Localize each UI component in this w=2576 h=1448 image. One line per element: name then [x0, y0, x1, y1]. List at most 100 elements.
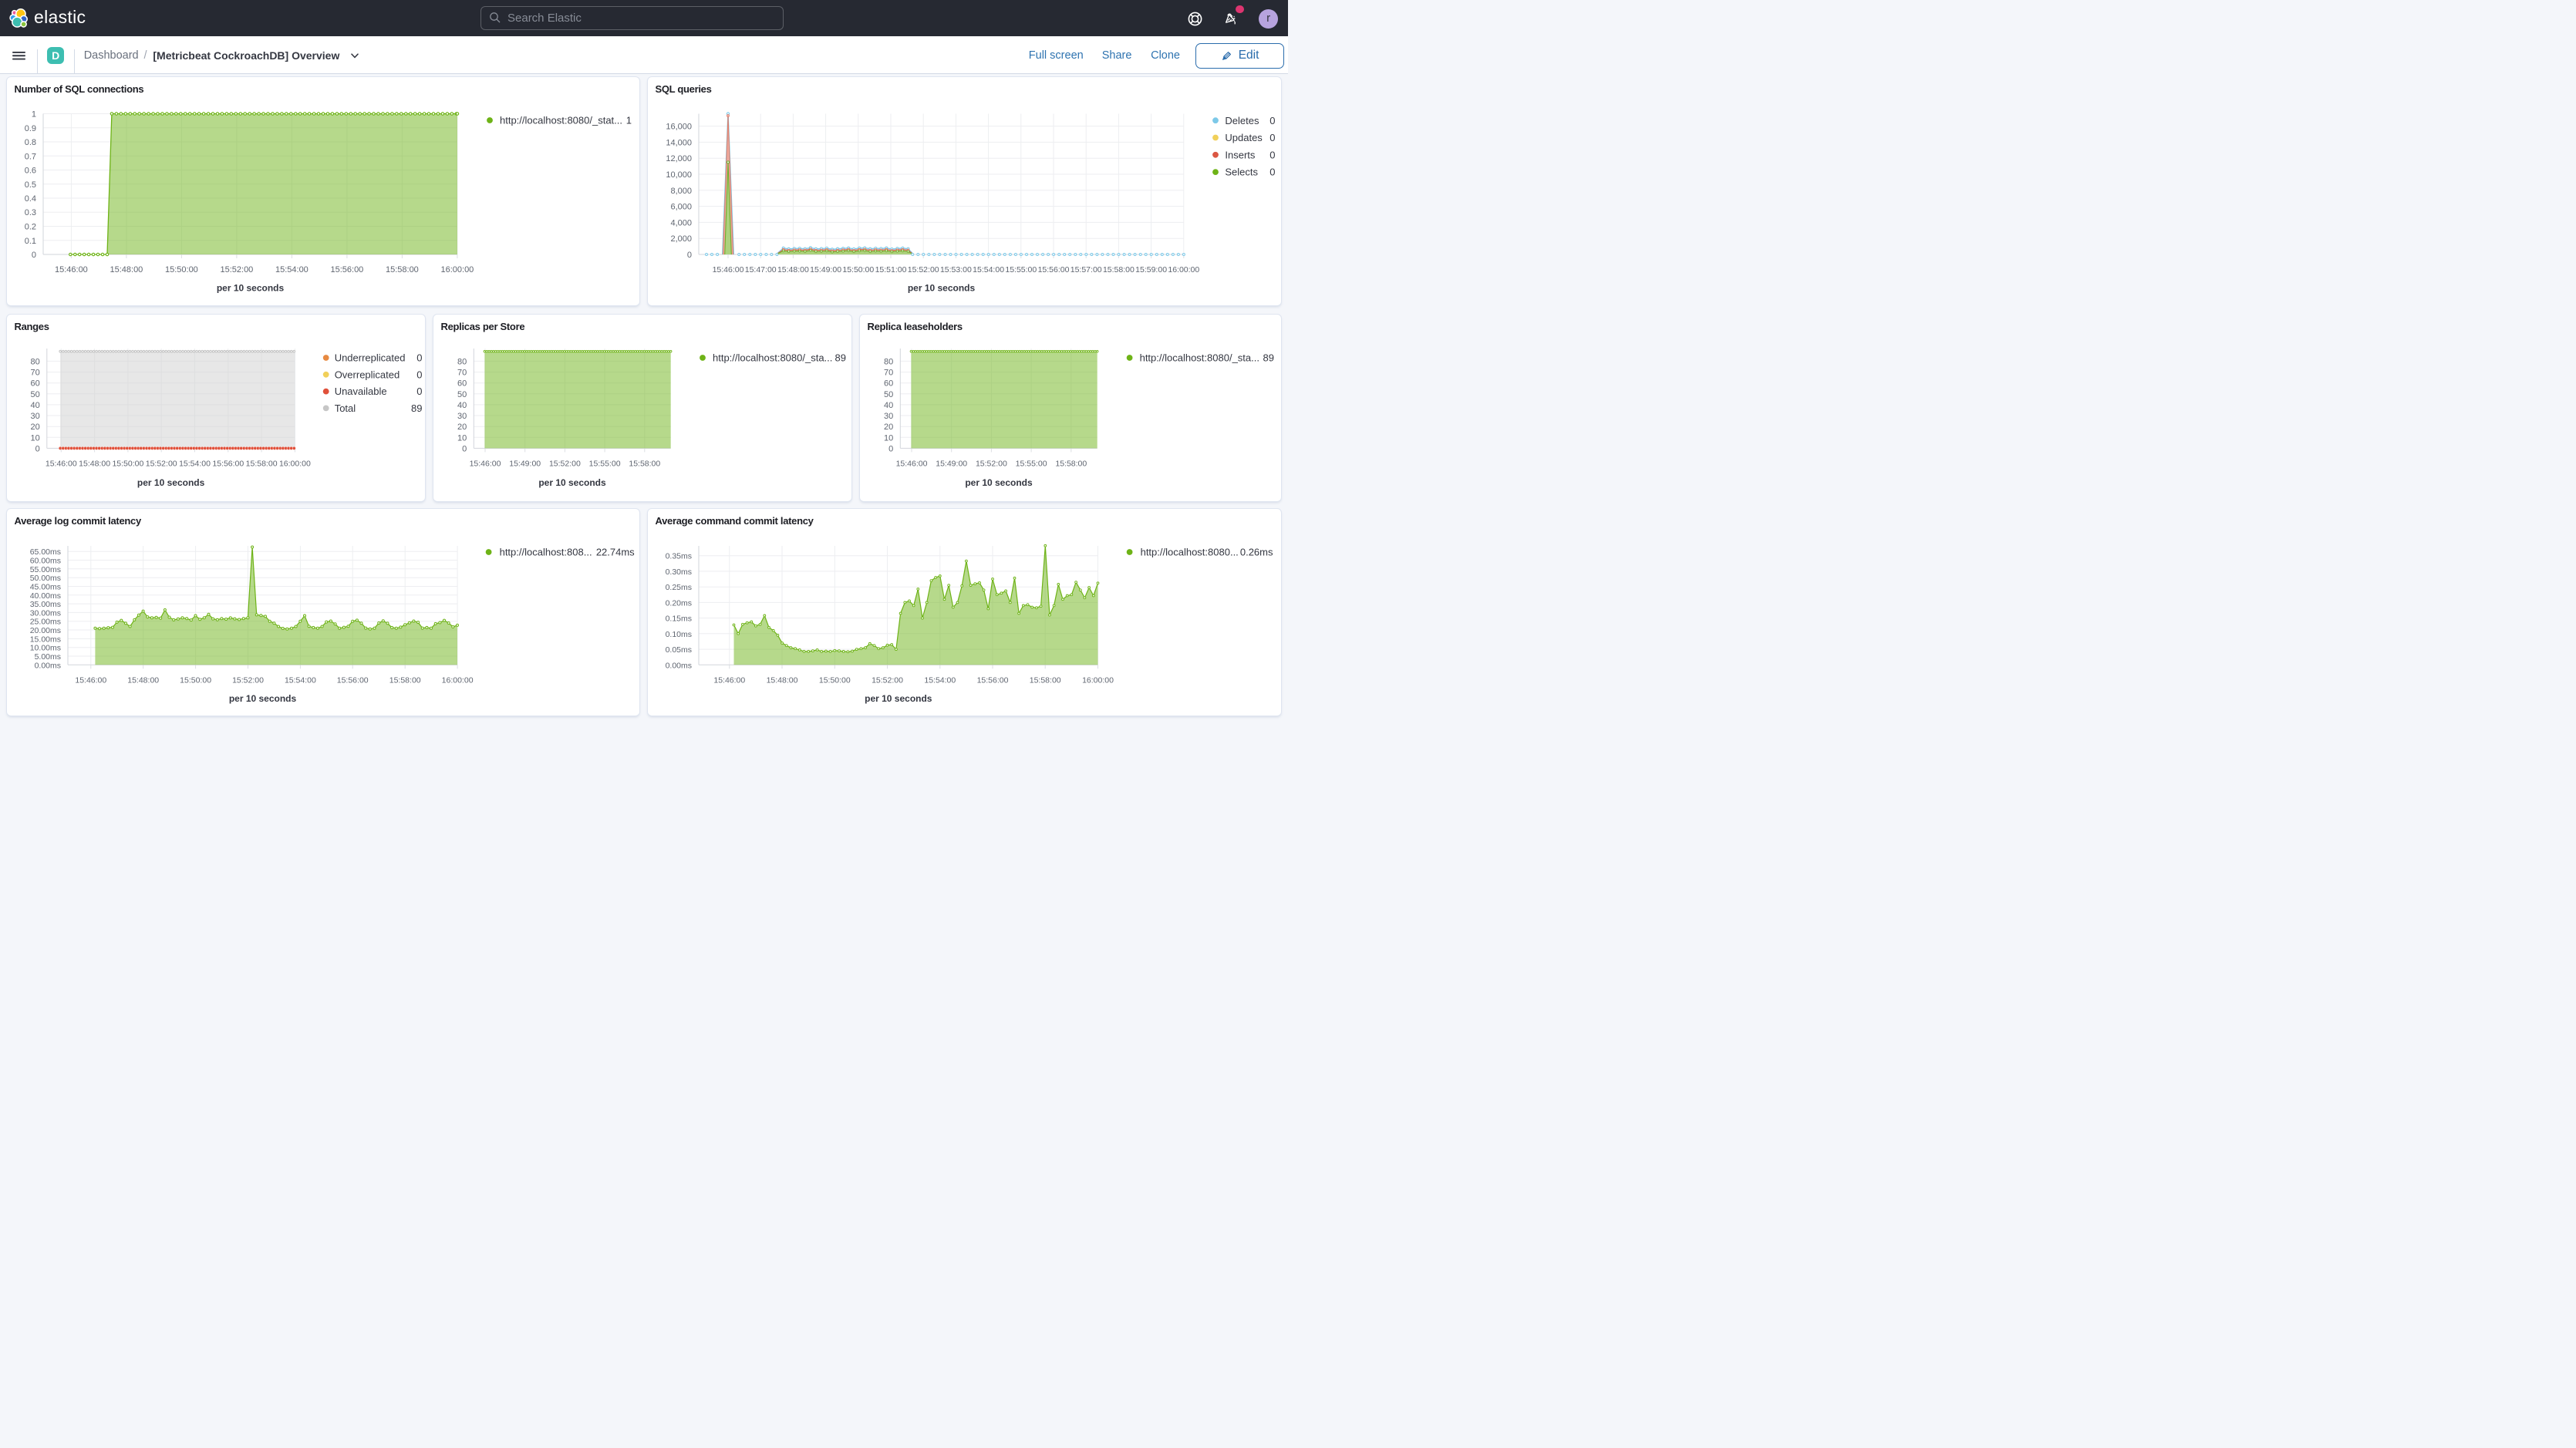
- svg-text:6,000: 6,000: [670, 203, 692, 212]
- svg-text:16:00:00: 16:00:00: [440, 265, 474, 274]
- svg-text:15:47:00: 15:47:00: [745, 265, 777, 274]
- svg-text:1: 1: [32, 110, 36, 120]
- svg-text:15:46:00: 15:46:00: [470, 459, 501, 468]
- svg-text:14,000: 14,000: [666, 138, 692, 147]
- svg-text:89: 89: [1263, 352, 1274, 364]
- svg-text:15:58:00: 15:58:00: [386, 265, 419, 274]
- svg-text:15:48:00: 15:48:00: [110, 265, 143, 274]
- svg-text:80: 80: [884, 357, 893, 366]
- svg-text:30: 30: [31, 412, 40, 421]
- svg-text:16:00:00: 16:00:00: [279, 459, 311, 468]
- svg-text:40: 40: [884, 401, 893, 410]
- svg-text:15:52:00: 15:52:00: [872, 675, 903, 685]
- svg-text:per 10 seconds: per 10 seconds: [538, 477, 606, 488]
- svg-text:15:48:00: 15:48:00: [127, 675, 159, 685]
- svg-text:15:57:00: 15:57:00: [1071, 265, 1102, 274]
- svg-text:80: 80: [31, 357, 40, 366]
- svg-text:15:50:00: 15:50:00: [180, 675, 211, 685]
- svg-text:12,000: 12,000: [666, 154, 692, 163]
- svg-text:15:54:00: 15:54:00: [973, 265, 1004, 274]
- svg-text:55.00ms: 55.00ms: [30, 565, 61, 574]
- svg-text:0.30ms: 0.30ms: [666, 567, 692, 577]
- svg-text:0.00ms: 0.00ms: [666, 661, 692, 670]
- svg-text:30: 30: [884, 412, 893, 421]
- svg-text:80: 80: [457, 357, 467, 366]
- svg-text:15:56:00: 15:56:00: [337, 675, 369, 685]
- svg-text:15:50:00: 15:50:00: [842, 265, 874, 274]
- svg-text:60: 60: [457, 379, 467, 389]
- svg-text:0.3: 0.3: [25, 208, 36, 217]
- svg-text:0: 0: [1269, 115, 1275, 126]
- svg-text:15:48:00: 15:48:00: [767, 675, 798, 685]
- svg-text:15:55:00: 15:55:00: [1016, 459, 1047, 468]
- svg-text:15:55:00: 15:55:00: [589, 459, 621, 468]
- svg-text:15:46:00: 15:46:00: [46, 459, 77, 468]
- svg-text:65.00ms: 65.00ms: [30, 547, 61, 557]
- svg-text:http://localhost:8080/_sta...: http://localhost:8080/_sta...: [1140, 352, 1259, 364]
- svg-text:2,000: 2,000: [670, 234, 692, 244]
- svg-text:15:58:00: 15:58:00: [1030, 675, 1061, 685]
- svg-text:4,000: 4,000: [670, 218, 692, 227]
- svg-text:70: 70: [884, 369, 893, 378]
- svg-text:0.26ms: 0.26ms: [1240, 547, 1273, 558]
- svg-text:0: 0: [416, 352, 422, 364]
- svg-text:15:58:00: 15:58:00: [1103, 265, 1135, 274]
- svg-text:70: 70: [31, 369, 40, 378]
- svg-text:http://localhost:8080/_stat...: http://localhost:8080/_stat...: [500, 115, 622, 126]
- svg-text:15:56:00: 15:56:00: [977, 675, 1009, 685]
- svg-text:0: 0: [1269, 167, 1275, 178]
- svg-text:0.9: 0.9: [25, 124, 36, 133]
- svg-text:per 10 seconds: per 10 seconds: [229, 693, 297, 704]
- svg-text:15:52:00: 15:52:00: [549, 459, 581, 468]
- svg-text:60: 60: [884, 379, 893, 389]
- svg-text:10: 10: [884, 433, 893, 443]
- svg-text:15:52:00: 15:52:00: [976, 459, 1007, 468]
- svg-text:0.4: 0.4: [25, 194, 36, 204]
- svg-text:50: 50: [884, 390, 893, 399]
- svg-text:0: 0: [1269, 132, 1275, 143]
- svg-text:0.00ms: 0.00ms: [35, 661, 61, 670]
- svg-text:20: 20: [884, 423, 893, 432]
- svg-text:15:50:00: 15:50:00: [112, 459, 143, 468]
- svg-text:15:50:00: 15:50:00: [165, 265, 198, 274]
- svg-text:Total: Total: [335, 402, 356, 414]
- svg-text:0.10ms: 0.10ms: [666, 630, 692, 639]
- svg-text:0.7: 0.7: [25, 152, 36, 161]
- svg-text:45.00ms: 45.00ms: [30, 583, 61, 592]
- svg-text:per 10 seconds: per 10 seconds: [908, 283, 976, 294]
- svg-text:1: 1: [626, 115, 632, 126]
- svg-text:Updates: Updates: [1225, 132, 1263, 143]
- svg-text:15:46:00: 15:46:00: [75, 675, 106, 685]
- svg-text:15:46:00: 15:46:00: [713, 675, 745, 685]
- svg-text:15:51:00: 15:51:00: [875, 265, 907, 274]
- svg-text:0.25ms: 0.25ms: [666, 583, 692, 592]
- svg-text:15:49:00: 15:49:00: [936, 459, 967, 468]
- svg-text:16:00:00: 16:00:00: [1082, 675, 1114, 685]
- svg-text:15:50:00: 15:50:00: [819, 675, 851, 685]
- svg-text:15:59:00: 15:59:00: [1135, 265, 1167, 274]
- svg-text:15:49:00: 15:49:00: [810, 265, 841, 274]
- svg-text:15:52:00: 15:52:00: [220, 265, 253, 274]
- svg-text:15:54:00: 15:54:00: [179, 459, 211, 468]
- svg-text:15:58:00: 15:58:00: [1055, 459, 1087, 468]
- svg-text:15:56:00: 15:56:00: [330, 265, 363, 274]
- svg-text:0.20ms: 0.20ms: [666, 598, 692, 608]
- svg-text:60.00ms: 60.00ms: [30, 557, 61, 566]
- svg-text:15:54:00: 15:54:00: [285, 675, 316, 685]
- svg-text:0: 0: [1269, 149, 1275, 160]
- svg-text:16:00:00: 16:00:00: [442, 675, 474, 685]
- svg-text:0.2: 0.2: [25, 223, 36, 232]
- svg-text:0: 0: [32, 251, 36, 260]
- svg-text:15:52:00: 15:52:00: [146, 459, 177, 468]
- svg-text:Underreplicated: Underreplicated: [335, 352, 406, 364]
- svg-text:70: 70: [457, 369, 467, 378]
- svg-text:15:46:00: 15:46:00: [713, 265, 744, 274]
- svg-text:per 10 seconds: per 10 seconds: [137, 477, 205, 488]
- svg-text:0: 0: [462, 444, 467, 453]
- svg-text:per 10 seconds: per 10 seconds: [965, 477, 1033, 488]
- svg-text:15:53:00: 15:53:00: [940, 265, 972, 274]
- svg-text:16:00:00: 16:00:00: [1168, 265, 1199, 274]
- svg-text:15:58:00: 15:58:00: [629, 459, 660, 468]
- svg-text:15:52:00: 15:52:00: [908, 265, 939, 274]
- svg-text:0.05ms: 0.05ms: [666, 645, 692, 655]
